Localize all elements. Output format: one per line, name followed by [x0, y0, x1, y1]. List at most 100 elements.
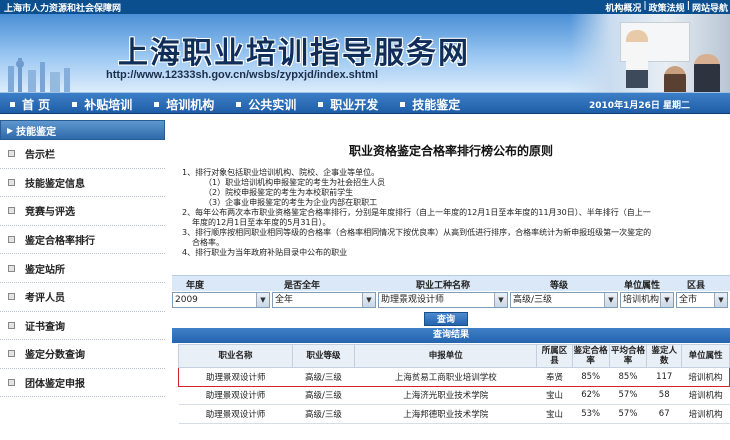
top-link-policy[interactable]: 政策法规	[649, 1, 685, 14]
full-year-select[interactable]: 全年 ▼	[272, 292, 376, 308]
square-bullet-icon	[8, 379, 15, 387]
sidebar-item-pass-rate-ranking[interactable]: 鉴定合格率排行	[0, 226, 165, 255]
chevron-down-icon[interactable]: ▼	[362, 293, 375, 307]
square-bullet-icon	[72, 102, 78, 107]
principle-line: （1）职业培训机构申报鉴定的考生为社会招生人员	[204, 178, 386, 187]
chevron-down-icon[interactable]: ▼	[256, 293, 269, 307]
site-banner: 上海职业培训指导服务网 http://www.12333sh.gov.cn/ws…	[0, 14, 730, 92]
table-cell: 宝山	[536, 386, 573, 405]
column-header: 所属区县	[536, 344, 573, 368]
query-label-occupation: 职业工种名称	[416, 281, 471, 291]
table-cell: 培训机构	[681, 404, 730, 424]
nav-item-public-training[interactable]: 公共实训	[236, 96, 296, 113]
table-cell: 高级/三级	[292, 404, 355, 424]
principle-line: 4、排行职业为当年政府补贴目录中公布的职业	[182, 248, 348, 257]
table-cell: 58	[646, 386, 682, 405]
nav-item-career-development[interactable]: 职业开发	[318, 96, 378, 113]
top-strip: 上海市人力资源和社会保障网 机构概况 | 政策法规 | 网站导航	[0, 0, 730, 14]
square-bullet-icon	[8, 236, 15, 244]
column-header: 鉴定人数	[646, 344, 683, 368]
sidebar: ▶ 技能鉴定 告示栏 技能鉴定信息 竞赛与评选 鉴定合格率排行 鉴定站所 考评人…	[0, 120, 165, 440]
org-name: 上海市人力资源和社会保障网	[4, 4, 122, 14]
sidebar-item-assessment-info[interactable]: 技能鉴定信息	[0, 169, 165, 198]
column-header: 职业名称	[178, 344, 293, 368]
square-bullet-icon	[318, 102, 324, 107]
table-cell: 67	[646, 404, 682, 424]
table-cell: 助理景观设计师	[178, 404, 293, 424]
banner-photo	[570, 14, 730, 92]
square-bullet-icon	[8, 178, 15, 186]
table-cell: 上海贫易工商职业培训学校	[354, 367, 537, 387]
chevron-down-icon[interactable]: ▼	[660, 293, 673, 307]
query-inputs: 2009 ▼ 全年 ▼ 助理景观设计师 ▼ 高级/三级 ▼ 培训机构 ▼ 全市 …	[172, 292, 730, 310]
query-button[interactable]: 查询	[424, 312, 468, 326]
main-nav: 首 页 补贴培训 培训机构 公共实训 职业开发 技能鉴定 2010年1月26日 …	[0, 92, 730, 114]
column-header: 鉴定合格率	[571, 344, 610, 368]
table-cell: 57%	[609, 386, 647, 405]
query-label-level: 等级	[550, 281, 569, 291]
nav-item-training-institutions[interactable]: 培训机构	[154, 96, 214, 113]
sidebar-item-certificate-lookup[interactable]: 证书查询	[0, 312, 165, 341]
page-title: 职业资格鉴定合格率排行榜公布的原则	[348, 144, 553, 158]
square-bullet-icon	[8, 264, 15, 272]
district-select[interactable]: 全市 ▼	[676, 292, 728, 308]
site-title: 上海职业培训指导服务网	[118, 36, 470, 71]
column-header: 职业等级	[291, 344, 356, 368]
table-cell: 助理景观设计师	[178, 367, 293, 387]
nav-item-home[interactable]: 首 页	[10, 96, 50, 113]
sidebar-item-notices[interactable]: 告示栏	[0, 140, 165, 169]
principle-line: 年度的12月1日至本年度的5月31日）。	[192, 218, 331, 227]
table-cell: 上海邦德职业技术学院	[354, 404, 537, 424]
square-bullet-icon	[8, 321, 15, 329]
square-bullet-icon	[154, 102, 160, 107]
chevron-down-icon[interactable]: ▼	[604, 293, 617, 307]
student-graphic	[664, 66, 686, 92]
query-label-full-year: 是否全年	[284, 281, 321, 291]
principles-list: 1、排行对象包括职业培训机构、院校、企事业等单位。 （1）职业培训机构申报鉴定的考…	[182, 168, 727, 258]
chevron-down-icon[interactable]: ▼	[714, 293, 727, 307]
year-select[interactable]: 2009 ▼	[172, 292, 270, 308]
table-cell: 85%	[572, 367, 610, 387]
square-bullet-icon	[8, 350, 15, 358]
top-link-separator: |	[686, 1, 690, 11]
site-url: http://www.12333sh.gov.cn/wsbs/zypxjd/in…	[106, 69, 379, 81]
top-link-about[interactable]: 机构概况	[605, 1, 641, 14]
square-bullet-icon	[400, 102, 406, 107]
principle-line: 3、排行顺序按相同职业相同等级的合格率（合格率相同情况下按优良率）从高到低进行排…	[182, 228, 652, 237]
level-select[interactable]: 高级/三级 ▼	[510, 292, 618, 308]
table-cell: 培训机构	[681, 367, 730, 387]
teacher-graphic	[626, 30, 648, 88]
sidebar-item-examiners[interactable]: 考评人员	[0, 283, 165, 312]
occupation-select[interactable]: 助理景观设计师 ▼	[378, 292, 508, 308]
table-cell: 助理景观设计师	[178, 386, 293, 405]
main-content: 职业资格鉴定合格率排行榜公布的原则 1、排行对象包括职业培训机构、院校、企事业等…	[172, 120, 730, 440]
column-header: 平均合格率	[608, 344, 648, 368]
top-link-sitemap[interactable]: 网站导航	[692, 1, 728, 14]
table-header-row: 职业名称 职业等级 申报单位 所属区县 鉴定合格率 平均合格率 鉴定人数 单位属…	[178, 344, 730, 368]
nav-item-skill-assessment[interactable]: 技能鉴定	[400, 96, 460, 113]
table-cell: 高级/三级	[292, 367, 355, 387]
current-date: 2010年1月26日 星期二	[589, 101, 690, 111]
square-bullet-icon	[8, 293, 15, 301]
square-bullet-icon	[236, 102, 242, 107]
square-bullet-icon	[8, 150, 15, 158]
sidebar-item-competitions[interactable]: 竞赛与评选	[0, 197, 165, 226]
unit-type-select[interactable]: 培训机构 ▼	[620, 292, 674, 308]
top-link-separator: |	[643, 1, 647, 11]
table-cell: 高级/三级	[292, 386, 355, 405]
table-cell: 85%	[609, 367, 647, 387]
table-cell: 培训机构	[681, 386, 730, 405]
chevron-down-icon[interactable]: ▼	[494, 293, 507, 307]
table-cell: 57%	[609, 404, 647, 424]
results-title: 查询结果	[172, 328, 730, 343]
sidebar-item-assessment-stations[interactable]: 鉴定站所	[0, 254, 165, 283]
principle-line: 1、排行对象包括职业培训机构、院校、企事业等单位。	[182, 168, 380, 177]
top-links: 机构概况 | 政策法规 | 网站导航	[605, 1, 728, 14]
skyline-graphic	[8, 58, 70, 92]
nav-item-subsidized-training[interactable]: 补贴培训	[72, 96, 132, 113]
query-label-unit-type: 单位属性	[624, 281, 661, 291]
sidebar-item-group-application[interactable]: 团体鉴定申报	[0, 369, 165, 398]
sidebar-item-score-lookup[interactable]: 鉴定分数查询	[0, 340, 165, 369]
results-table: 职业名称 职业等级 申报单位 所属区县 鉴定合格率 平均合格率 鉴定人数 单位属…	[178, 344, 730, 424]
query-header: 年度 是否全年 职业工种名称 等级 单位属性 区县	[172, 275, 730, 291]
